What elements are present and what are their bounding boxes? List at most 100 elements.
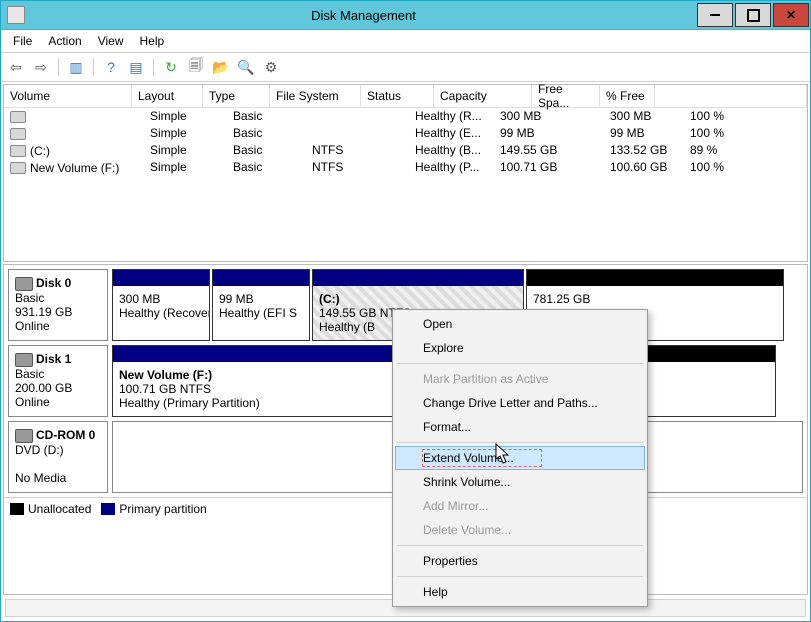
disk-label[interactable]: Disk 1Basic200.00 GBOnline (8, 345, 108, 417)
col-free[interactable]: Free Spa... (532, 85, 600, 107)
search-icon[interactable]: 🔍 (235, 56, 257, 78)
cell-capacity: 149.55 GB (494, 142, 604, 159)
disk-icon (15, 429, 33, 443)
disk-name: Disk 1 (36, 352, 71, 366)
drive-icon (10, 128, 26, 140)
cell-pct: 89 % (684, 142, 751, 159)
cell-fs: NTFS (306, 159, 409, 176)
cell-free: 300 MB (604, 108, 684, 125)
menu-view[interactable]: View (90, 32, 132, 50)
col-rest (655, 85, 807, 107)
menu-item-extend-volume[interactable]: Extend Volume... (395, 446, 645, 470)
disk-label[interactable]: CD-ROM 0DVD (D:) No Media (8, 421, 108, 493)
disk-status: Online (15, 319, 101, 333)
cell-pct: 100 % (684, 159, 751, 176)
help-icon[interactable]: ? (100, 56, 122, 78)
disk-size: 931.19 GB (15, 305, 101, 319)
forward-icon[interactable]: ⇨ (30, 56, 52, 78)
partition-header (313, 270, 523, 286)
legend-swatch-primary (101, 503, 115, 515)
disk-type: Basic (15, 291, 101, 305)
volume-list: Volume Layout Type File System Status Ca… (3, 84, 808, 262)
disk-icon (15, 353, 33, 367)
disk-size: 200.00 GB (15, 381, 101, 395)
col-type[interactable]: Type (203, 85, 270, 107)
cell-status: Healthy (B... (409, 142, 494, 159)
settings-icon[interactable]: ⚙ (260, 56, 282, 78)
col-status[interactable]: Status (361, 85, 434, 107)
legend-label-primary: Primary partition (119, 502, 206, 516)
cell-free: 99 MB (604, 125, 684, 142)
open-icon[interactable]: 📂 (210, 56, 232, 78)
disk-type: Basic (15, 367, 101, 381)
volume-header-row: Volume Layout Type File System Status Ca… (4, 85, 807, 108)
menu-item-properties[interactable]: Properties (395, 549, 645, 573)
minimize-button[interactable] (697, 3, 733, 27)
partition-body: 99 MBHealthy (EFI S (213, 286, 309, 340)
partition[interactable]: 99 MBHealthy (EFI S (212, 269, 310, 341)
menu-item-explore[interactable]: Explore (395, 336, 645, 360)
refresh-icon[interactable]: ↻ (160, 56, 182, 78)
disk-type: DVD (D:) (15, 443, 101, 457)
cell-type: Basic (227, 142, 306, 159)
cell-status: Healthy (P... (409, 159, 494, 176)
cell-type: Basic (227, 125, 306, 142)
cell-status: Healthy (R... (409, 108, 494, 125)
menu-item-change-drive-letter-and-paths[interactable]: Change Drive Letter and Paths... (395, 391, 645, 415)
volume-row[interactable]: SimpleBasicHealthy (E...99 MB99 MB100 % (4, 125, 807, 142)
cell-status: Healthy (E... (409, 125, 494, 142)
menu-item-format[interactable]: Format... (395, 415, 645, 439)
maximize-button[interactable] (735, 3, 771, 27)
window-title: Disk Management (31, 8, 696, 23)
col-layout[interactable]: Layout (132, 85, 203, 107)
cell-fs (306, 108, 409, 125)
cell-layout: Simple (144, 142, 227, 159)
disk-name: Disk 0 (36, 276, 71, 290)
volume-rows: SimpleBasicHealthy (R...300 MB300 MB100 … (4, 108, 807, 261)
menu-item-shrink-volume[interactable]: Shrink Volume... (395, 470, 645, 494)
back-icon[interactable]: ⇦ (5, 56, 27, 78)
menu-action[interactable]: Action (40, 32, 89, 50)
cell-fs: NTFS (306, 142, 409, 159)
partition-name: (C:) (319, 292, 517, 306)
menu-help[interactable]: Help (132, 32, 173, 50)
partition-body: 300 MBHealthy (Recover (113, 286, 209, 340)
disk-status: No Media (15, 471, 101, 485)
properties-icon[interactable]: 🗐 (185, 56, 207, 78)
menu-item-help[interactable]: Help (395, 580, 645, 604)
volume-name: (C:) (30, 144, 50, 158)
col-pct[interactable]: % Free (600, 85, 655, 107)
app-icon (7, 6, 25, 24)
drive-icon (10, 145, 26, 157)
cell-pct: 100 % (684, 125, 751, 142)
partition-desc: Healthy (EFI S (219, 306, 303, 320)
menu-file[interactable]: File (5, 32, 40, 50)
cell-pct: 100 % (684, 108, 751, 125)
col-fs[interactable]: File System (270, 85, 361, 107)
cell-free: 133.52 GB (604, 142, 684, 159)
col-capacity[interactable]: Capacity (434, 85, 532, 107)
close-button[interactable] (773, 3, 809, 27)
partition-desc: Healthy (Recover (119, 306, 203, 320)
list-icon[interactable]: ▤ (125, 56, 147, 78)
menu-separator (397, 576, 643, 577)
legend-swatch-unallocated (10, 503, 24, 515)
drive-icon (10, 162, 26, 174)
drive-icon (10, 111, 26, 123)
disk-name: CD-ROM 0 (36, 428, 95, 442)
disk-status: Online (15, 395, 101, 409)
cell-type: Basic (227, 159, 306, 176)
cell-fs (306, 125, 409, 142)
disk-label[interactable]: Disk 0Basic931.19 GBOnline (8, 269, 108, 341)
col-volume[interactable]: Volume (4, 85, 132, 107)
volume-row[interactable]: SimpleBasicHealthy (R...300 MB300 MB100 … (4, 108, 807, 125)
volume-row[interactable]: New Volume (F:)SimpleBasicNTFSHealthy (P… (4, 159, 807, 176)
view-details-icon[interactable]: ▥ (65, 56, 87, 78)
partition[interactable]: 300 MBHealthy (Recover (112, 269, 210, 341)
cell-capacity: 100.71 GB (494, 159, 604, 176)
focus-highlight (422, 449, 542, 467)
menu-item-open[interactable]: Open (395, 312, 645, 336)
volume-row[interactable]: (C:) SimpleBasicNTFSHealthy (B...149.55 G… (4, 142, 807, 159)
legend-label-unallocated: Unallocated (28, 502, 91, 516)
cell-type: Basic (227, 108, 306, 125)
